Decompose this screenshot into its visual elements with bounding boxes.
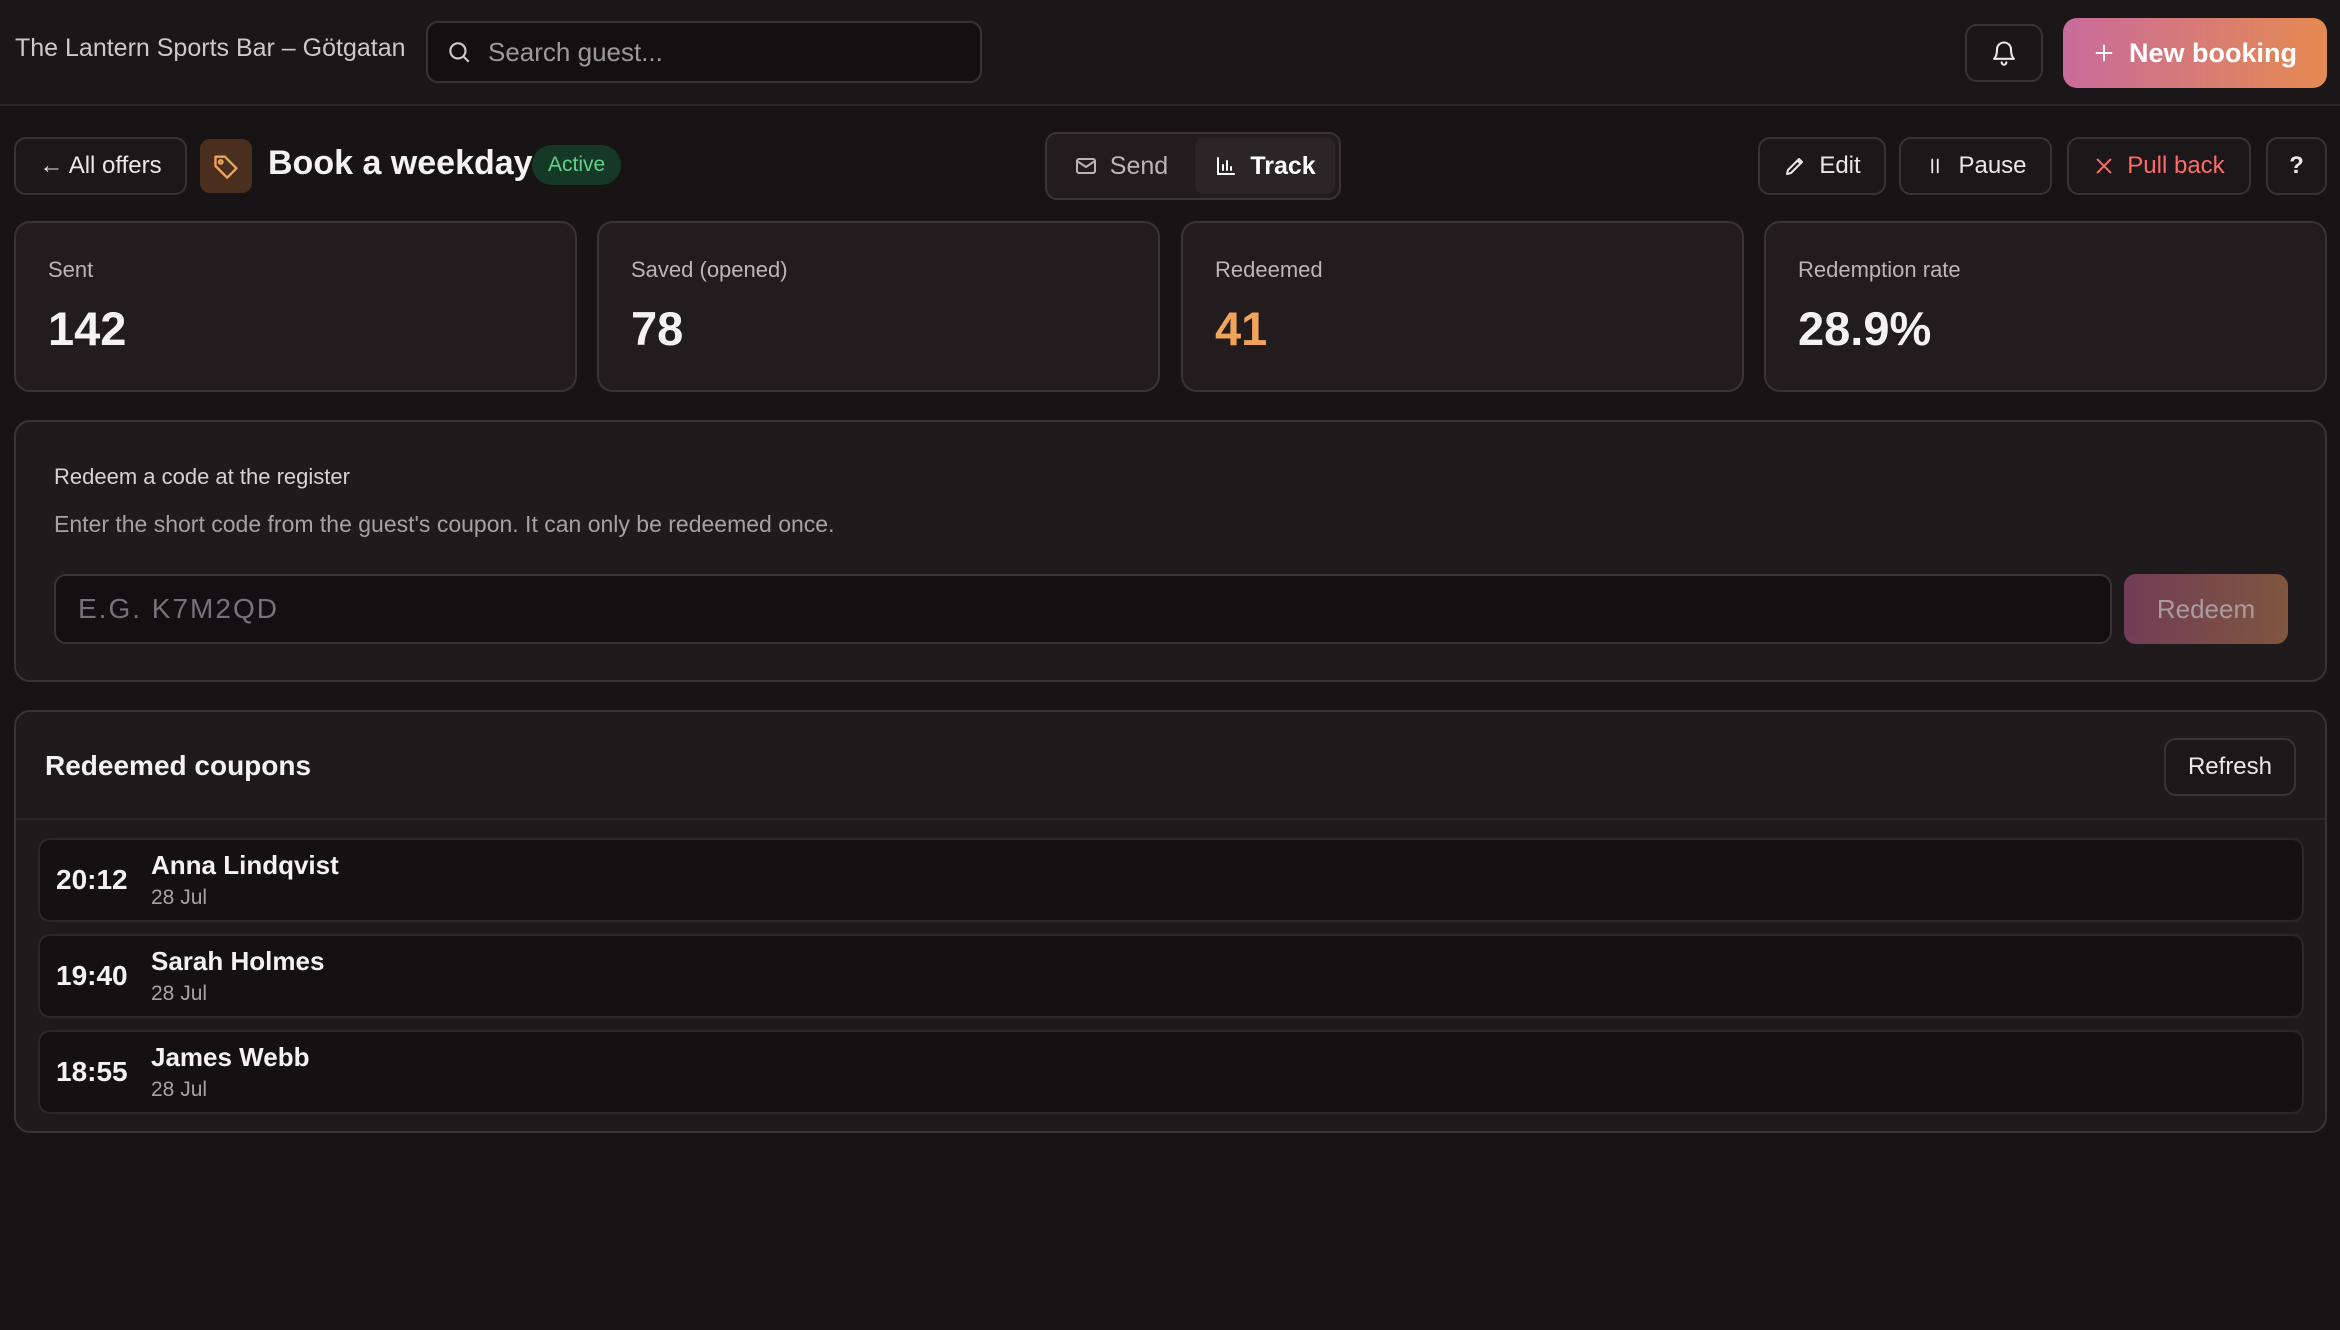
search-box[interactable] — [426, 21, 982, 83]
edit-label: Edit — [1819, 152, 1861, 179]
plus-icon — [2093, 42, 2115, 64]
top-bar: The Lantern Sports Bar – Götgatan New bo… — [0, 0, 2340, 106]
list-item[interactable]: 20:12 Anna Lindqvist 28 Jul — [38, 838, 2304, 922]
guest-name: Anna Lindqvist — [151, 850, 339, 880]
stat-label: Sent — [48, 257, 94, 282]
stat-card-redeemed: Redeemed 41 — [1181, 221, 1744, 392]
stat-value: 78 — [631, 302, 684, 355]
new-booking-label: New booking — [2129, 37, 2297, 68]
new-booking-button[interactable]: New booking — [2063, 18, 2327, 88]
mail-icon — [1074, 154, 1098, 178]
pause-label: Pause — [1958, 152, 2027, 179]
redeem-date: 28 Jul — [151, 982, 208, 1005]
status-badge: Active — [532, 145, 622, 185]
search-input[interactable] — [488, 36, 980, 68]
stat-value: 142 — [48, 302, 127, 355]
redeem-heading: Redeem a code at the register — [54, 464, 350, 489]
stat-card-saved: Saved (opened) 78 — [597, 221, 1160, 392]
tab-track-label: Track — [1250, 151, 1316, 180]
close-icon — [2093, 155, 2115, 177]
pause-icon — [1924, 155, 1946, 177]
bell-icon — [1990, 39, 2018, 67]
redeem-date: 28 Jul — [151, 1078, 208, 1101]
stat-label: Redeemed — [1215, 257, 1323, 282]
redeem-button[interactable]: Redeem — [2124, 574, 2288, 644]
stat-label: Redemption rate — [1798, 257, 1961, 282]
guest-name: James Webb — [151, 1042, 310, 1072]
send-track-toggle: Send Track — [1045, 132, 1341, 200]
refresh-button[interactable]: Refresh — [2164, 738, 2296, 796]
tab-send-label: Send — [1109, 151, 1169, 180]
tab-send[interactable]: Send — [1051, 138, 1191, 194]
edit-button[interactable]: Edit — [1758, 137, 1886, 195]
divider — [16, 818, 2325, 820]
list-item[interactable]: 18:55 James Webb 28 Jul — [38, 1030, 2304, 1114]
notifications-button[interactable] — [1965, 24, 2043, 82]
stat-card-redemption-rate: Redemption rate 28.9% — [1764, 221, 2327, 392]
search-icon — [446, 39, 472, 65]
offer-tag-icon — [200, 139, 252, 193]
stat-value: 28.9% — [1798, 302, 1932, 355]
all-offers-label: ← All offers — [39, 152, 162, 179]
tab-track[interactable]: Track — [1195, 138, 1335, 194]
pull-back-label: Pull back — [2127, 152, 2225, 179]
redeem-description: Enter the short code from the guest's co… — [54, 511, 835, 537]
stat-label: Saved (opened) — [631, 257, 788, 282]
venue-name: The Lantern Sports Bar – Götgatan — [15, 34, 406, 62]
list-item[interactable]: 19:40 Sarah Holmes 28 Jul — [38, 934, 2304, 1018]
stat-card-sent: Sent 142 — [14, 221, 577, 392]
all-offers-button[interactable]: ← All offers — [14, 137, 187, 195]
redeem-time: 19:40 — [56, 960, 128, 991]
refresh-label: Refresh — [2187, 753, 2273, 780]
pause-button[interactable]: Pause — [1899, 137, 2052, 195]
redeemed-coupons-panel: Redeemed coupons Refresh 20:12 Anna Lind… — [14, 710, 2327, 1133]
pencil-icon — [1783, 154, 1807, 178]
redeem-time: 20:12 — [56, 864, 128, 895]
bar-chart-icon — [1214, 154, 1238, 178]
pull-back-button[interactable]: Pull back — [2067, 137, 2251, 195]
redeem-date: 28 Jul — [151, 886, 208, 909]
help-button[interactable]: ? — [2266, 137, 2327, 195]
guest-name: Sarah Holmes — [151, 946, 325, 976]
help-label: ? — [2289, 152, 2304, 179]
offer-title: Book a weekday — [268, 144, 533, 182]
redeem-panel: Redeem a code at the register Enter the … — [14, 420, 2327, 682]
redeem-time: 18:55 — [56, 1056, 128, 1087]
coupon-code-input[interactable] — [54, 574, 2112, 644]
stat-value: 41 — [1215, 302, 1268, 355]
redeem-label: Redeem — [2156, 593, 2256, 624]
redeemed-coupons-title: Redeemed coupons — [45, 750, 312, 781]
